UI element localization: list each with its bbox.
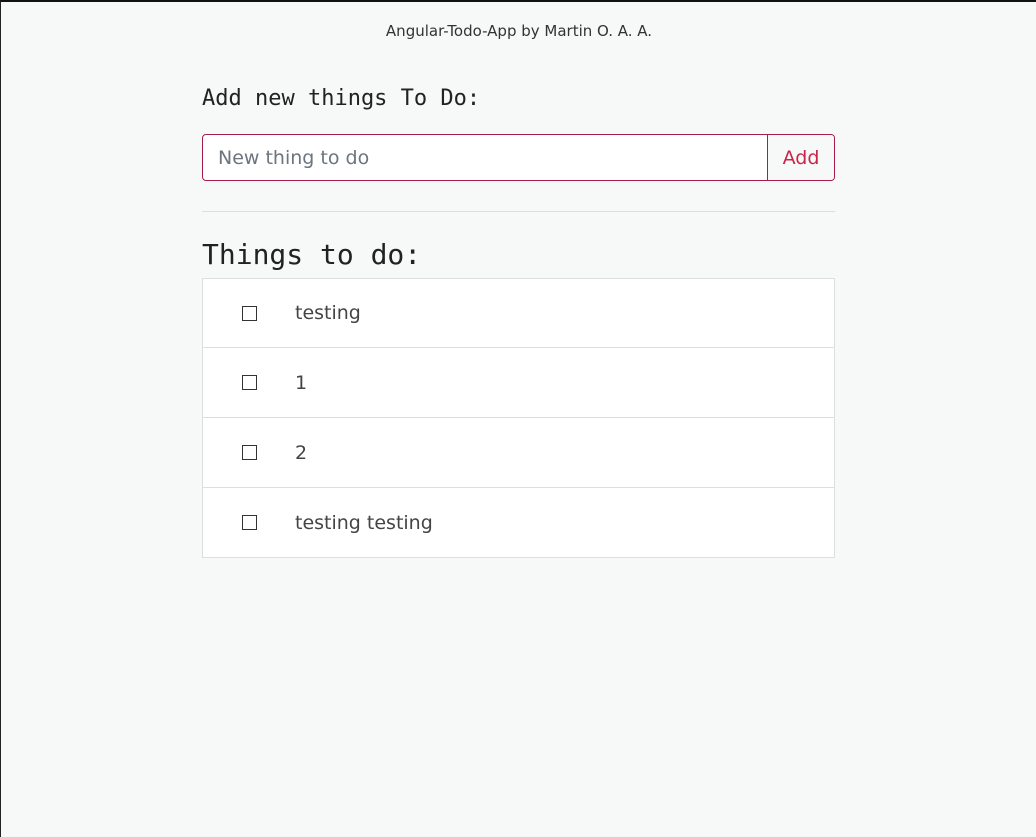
todo-list-heading: Things to do: bbox=[202, 238, 422, 271]
todo-list: testing 1 2 testing testing bbox=[202, 278, 835, 558]
todo-checkbox[interactable] bbox=[242, 445, 257, 460]
todo-item: testing bbox=[202, 278, 835, 348]
todo-label: 1 bbox=[295, 371, 308, 394]
todo-label: testing bbox=[295, 302, 361, 324]
todo-label: 2 bbox=[295, 441, 308, 464]
divider bbox=[202, 211, 835, 212]
app-byline: Angular-Todo-App by Martin O. A. A. bbox=[385, 22, 653, 40]
todo-checkbox[interactable] bbox=[242, 375, 257, 390]
new-todo-input[interactable] bbox=[203, 135, 767, 180]
todo-checkbox[interactable] bbox=[242, 515, 257, 530]
add-todo-form: Add bbox=[202, 134, 835, 181]
todo-label: testing testing bbox=[295, 511, 433, 534]
add-button[interactable]: Add bbox=[767, 135, 834, 180]
add-todo-heading: Add new things To Do: bbox=[202, 86, 481, 111]
todo-item: 1 bbox=[202, 348, 835, 418]
todo-checkbox[interactable] bbox=[242, 305, 257, 321]
todo-item: testing testing bbox=[202, 488, 835, 558]
todo-item: 2 bbox=[202, 418, 835, 488]
